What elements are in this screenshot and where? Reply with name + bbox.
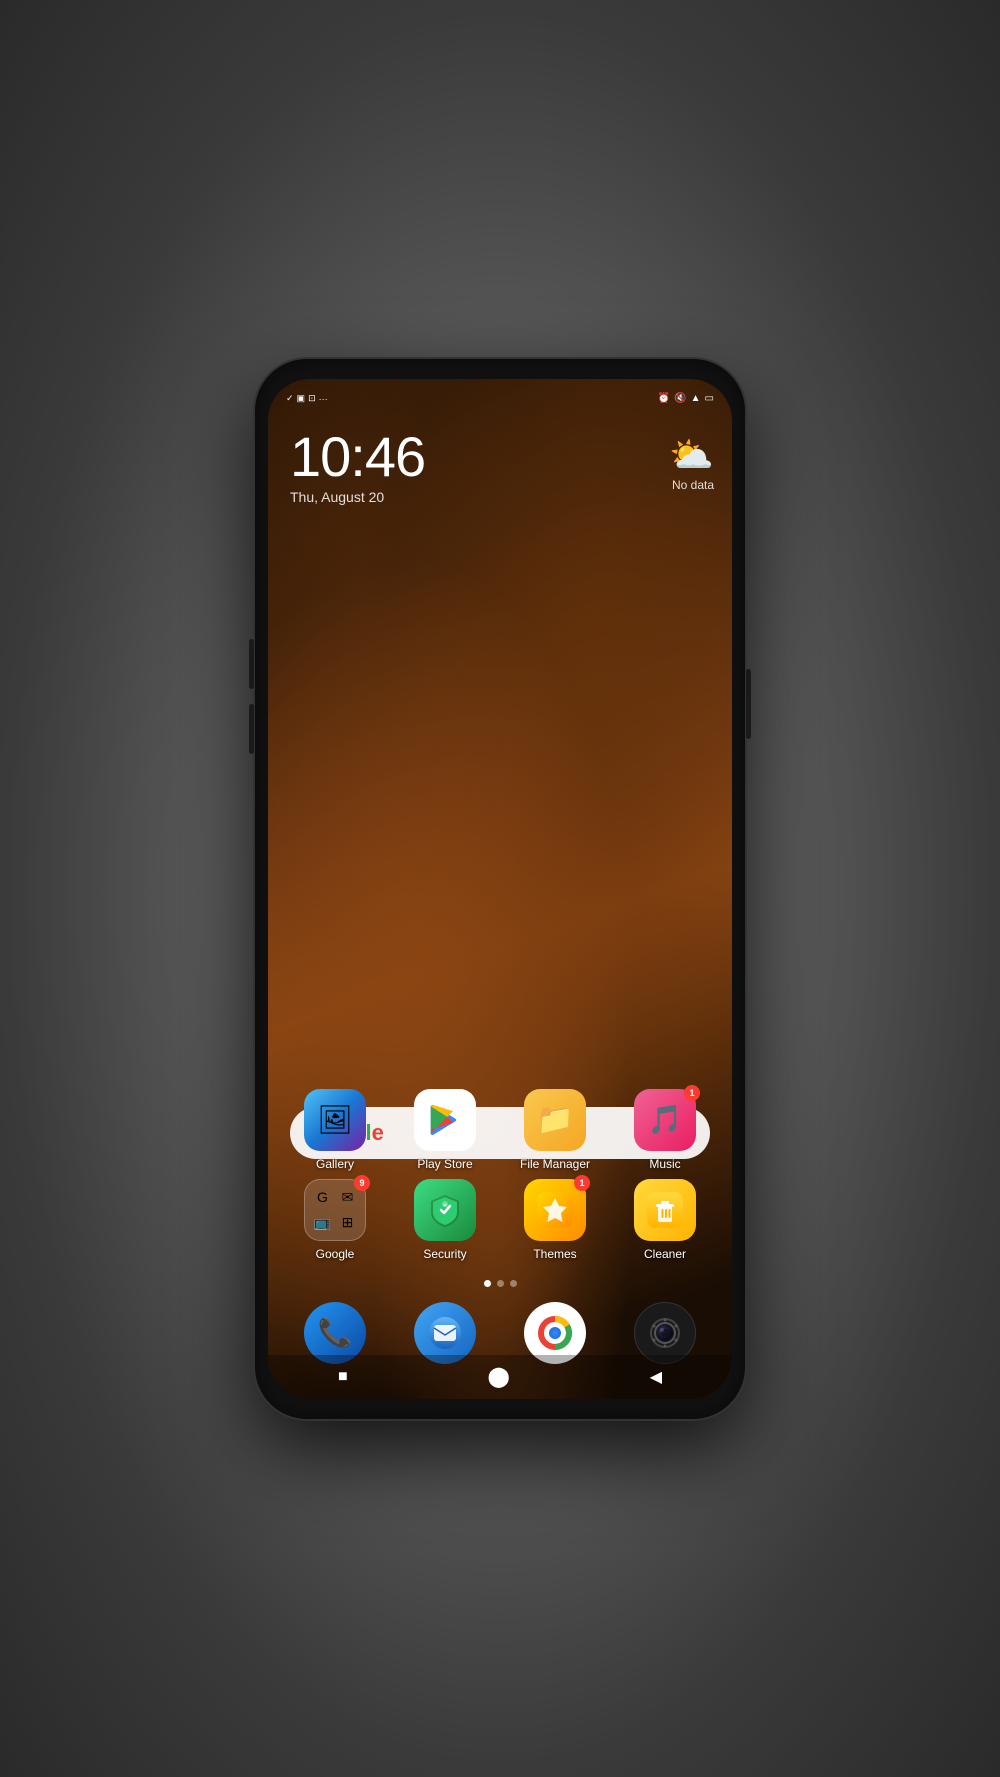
cleaner-icon [634, 1179, 696, 1241]
phone-outer: ✓ ▣ ⊡ ··· ⏰ 🔇 ▲ ▭ 10:46 Thu, August 20 ⛅… [255, 359, 745, 1419]
app-themes[interactable]: 1 Themes [511, 1179, 599, 1261]
power-button[interactable] [746, 669, 751, 739]
nav-recents-button[interactable]: ■ [330, 1360, 356, 1394]
app-security[interactable]: Security [401, 1179, 489, 1261]
notification-dot-icon: ⊡ [308, 393, 316, 404]
status-left-icons: ✓ ▣ ⊡ ··· [286, 393, 328, 404]
app-row-2: G ✉ 📺 ⊞ 9 Google [280, 1179, 720, 1261]
status-left: ✓ ▣ ⊡ ··· [286, 393, 328, 404]
gallery-label: Gallery [316, 1157, 354, 1171]
clock-time: 10:46 [290, 429, 425, 485]
app-google-folder[interactable]: G ✉ 📺 ⊞ 9 Google [291, 1179, 379, 1261]
gallery-icon: 🖼 [304, 1089, 366, 1151]
status-right: ⏰ 🔇 ▲ ▭ [658, 393, 714, 404]
music-badge: 1 [684, 1085, 700, 1101]
nav-back-button[interactable]: ◀ [642, 1359, 670, 1395]
page-dots [268, 1280, 732, 1287]
playstore-label: Play Store [417, 1157, 472, 1171]
filemanager-icon: 📁 [524, 1089, 586, 1151]
page-dot-2 [497, 1280, 504, 1287]
app-grid: 🖼 Gallery [268, 1089, 732, 1269]
wifi-icon: ▲ [691, 393, 701, 404]
google-label: Google [316, 1247, 355, 1261]
app-playstore[interactable]: Play Store [401, 1089, 489, 1171]
weather-widget: ⛅ No data [669, 434, 714, 492]
app-row-1: 🖼 Gallery [280, 1089, 720, 1171]
security-label: Security [423, 1247, 466, 1261]
nav-home-button[interactable]: ⬤ [479, 1356, 517, 1397]
check-circle-icon: ✓ [286, 393, 294, 404]
page-dot-3 [510, 1280, 517, 1287]
mute-icon: 🔇 [674, 393, 686, 404]
cleaner-label: Cleaner [644, 1247, 686, 1261]
status-bar: ✓ ▣ ⊡ ··· ⏰ 🔇 ▲ ▭ [268, 379, 732, 419]
volume-up-button[interactable] [249, 639, 254, 689]
alarm-icon: ⏰ [658, 393, 670, 404]
app-gallery[interactable]: 🖼 Gallery [291, 1089, 379, 1171]
filemanager-label: File Manager [520, 1157, 590, 1171]
app-music[interactable]: 🎵 1 Music [621, 1089, 709, 1171]
phone-screen: ✓ ▣ ⊡ ··· ⏰ 🔇 ▲ ▭ 10:46 Thu, August 20 ⛅… [268, 379, 732, 1399]
app-cleaner[interactable]: Cleaner [621, 1179, 709, 1261]
playstore-icon [414, 1089, 476, 1151]
page-dot-1 [484, 1280, 491, 1287]
app-filemanager[interactable]: 📁 File Manager [511, 1089, 599, 1171]
weather-icon: ⛅ [669, 434, 714, 476]
themes-label: Themes [533, 1247, 576, 1261]
security-icon [414, 1179, 476, 1241]
themes-badge: 1 [574, 1175, 590, 1191]
battery-icon: ▭ [705, 393, 714, 404]
volume-down-button[interactable] [249, 704, 254, 754]
sim-icon: ▣ [297, 393, 306, 404]
music-label: Music [649, 1157, 680, 1171]
nav-bar: ■ ⬤ ◀ [268, 1355, 732, 1399]
clock-area: 10:46 Thu, August 20 [290, 429, 425, 505]
weather-text: No data [672, 478, 714, 492]
more-icon: ··· [319, 394, 328, 404]
clock-date: Thu, August 20 [290, 489, 425, 505]
google-badge: 9 [354, 1175, 370, 1191]
